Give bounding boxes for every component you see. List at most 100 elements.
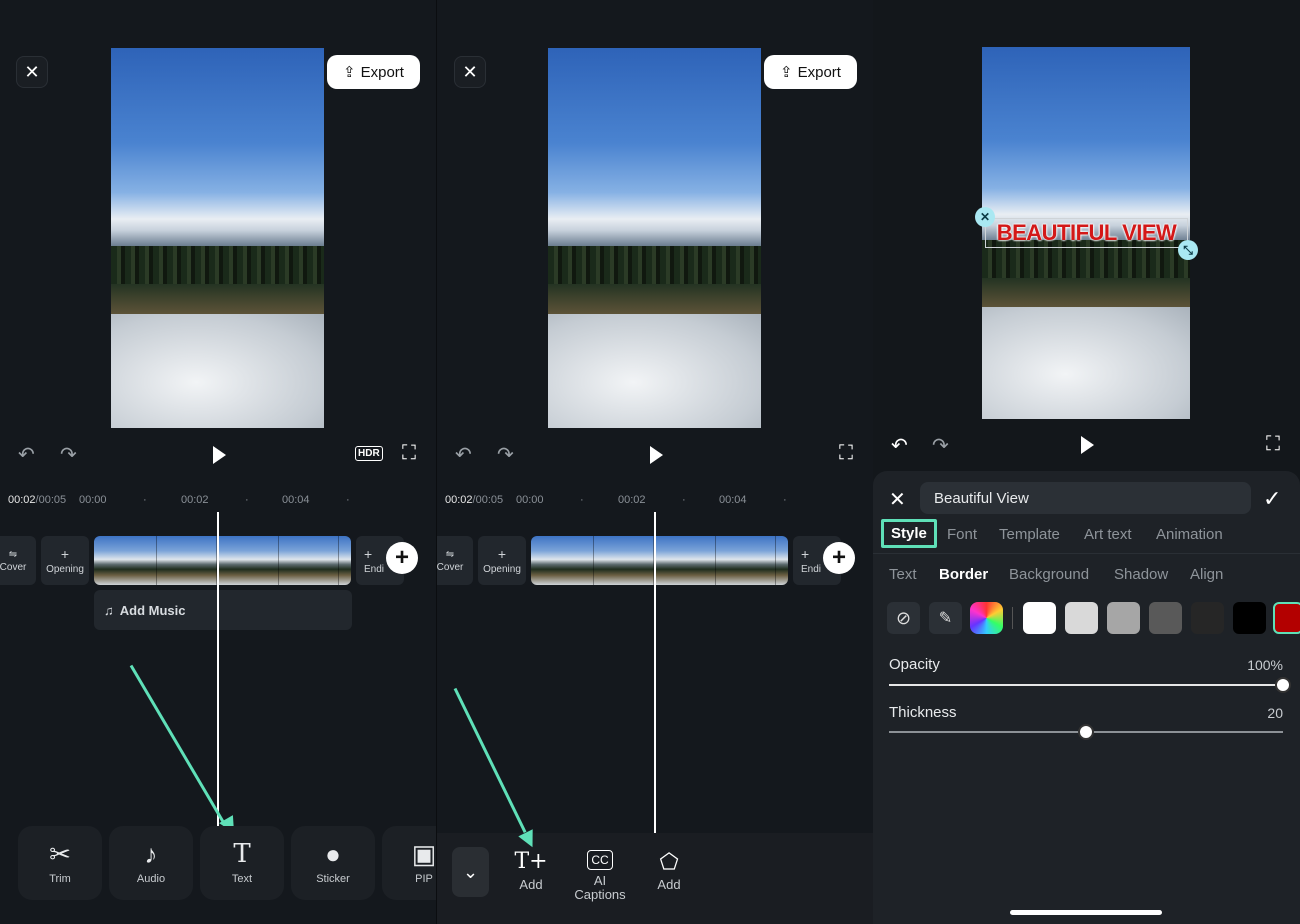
subtab-shadow[interactable]: Shadow — [1114, 566, 1168, 583]
export-icon: ⇪ — [343, 64, 356, 81]
image-icon: ▣ — [411, 839, 436, 869]
undo-icon[interactable]: ↶ — [455, 442, 472, 467]
tool-audio[interactable]: ♪ Audio — [109, 826, 193, 900]
subtab-align[interactable]: Align — [1190, 566, 1223, 583]
close-button[interactable]: ✕ — [16, 56, 48, 88]
export-icon: ⇪ — [780, 64, 793, 81]
fullscreen-icon[interactable]: ⛶ — [839, 442, 853, 465]
opacity-label: Opacity — [889, 656, 940, 673]
color-swatch-black[interactable] — [1233, 602, 1266, 634]
color-swatch-white[interactable] — [1023, 602, 1056, 634]
tool-add-text[interactable]: T+ Add — [501, 850, 561, 892]
tab-animation[interactable]: Animation — [1156, 526, 1223, 543]
color-swatch-red[interactable] — [1273, 602, 1300, 634]
no-color-swatch[interactable]: ⊘ — [887, 602, 920, 634]
close-icon[interactable]: ✕ — [889, 487, 906, 512]
hdr-icon[interactable]: HDR — [355, 446, 383, 461]
collapse-button[interactable]: ⌄ — [452, 847, 489, 897]
tool-add-sticker[interactable]: ⬠ Add — [639, 850, 699, 892]
add-sticker-icon: ⬠ — [659, 849, 679, 874]
subtab-text[interactable]: Text — [889, 566, 917, 583]
add-clip-button[interactable]: + — [823, 542, 855, 574]
playhead[interactable] — [654, 512, 656, 834]
plus-icon: + — [801, 546, 810, 562]
chevron-down-icon: ⌄ — [462, 861, 479, 882]
close-icon: ✕ — [462, 61, 478, 82]
color-swatch-dark-gray[interactable] — [1149, 602, 1182, 634]
play-button[interactable] — [1081, 436, 1094, 454]
cover-clip[interactable]: ⇋ Cover — [0, 536, 36, 585]
tab-template[interactable]: Template — [999, 526, 1060, 543]
editor-panel-text: ✕ ⇪ Export ↶ ↷ ⛶ 00:02/00:05 00:00 · 00:0… — [436, 0, 873, 924]
redo-icon[interactable]: ↷ — [60, 442, 77, 467]
eyedropper-icon: ✎ — [938, 610, 953, 627]
eyedropper-swatch[interactable]: ✎ — [929, 602, 962, 634]
tool-sticker[interactable]: ● Sticker — [291, 826, 375, 900]
tool-text[interactable]: T Text — [200, 826, 284, 900]
opacity-slider-knob[interactable] — [1275, 677, 1291, 693]
editor-panel-main: ✕ ⇪ Export ↶ ↷ HDR ⛶ 00:02/00:05 00:00 · … — [0, 0, 436, 924]
annotation-arrow — [453, 687, 527, 833]
text-style-panel: ↶ ↷ ⛶ ✕ ✓ Beautiful View Style Font Temp… — [873, 0, 1300, 924]
video-preview[interactable] — [111, 48, 324, 428]
color-picker-swatch[interactable] — [970, 602, 1003, 634]
tool-ai-captions[interactable]: CC AI Captions — [570, 850, 630, 902]
opacity-slider-track[interactable] — [889, 684, 1283, 686]
redo-icon[interactable]: ↷ — [932, 433, 949, 458]
fullscreen-icon[interactable]: ⛶ — [1266, 433, 1280, 456]
thickness-label: Thickness — [889, 704, 957, 721]
tab-art-text[interactable]: Art text — [1084, 526, 1132, 543]
tool-trim[interactable]: ✂ Trim — [18, 826, 102, 900]
add-text-icon: T+ — [514, 849, 548, 874]
home-indicator — [1010, 910, 1162, 915]
export-button[interactable]: ⇪ Export — [327, 55, 420, 89]
tool-pip[interactable]: ▣ PIP — [382, 826, 436, 900]
subtab-background[interactable]: Background — [1009, 566, 1089, 583]
redo-icon[interactable]: ↷ — [497, 442, 514, 467]
thickness-slider-knob[interactable] — [1078, 724, 1094, 740]
resize-handle[interactable]: ⤡ — [1178, 240, 1198, 260]
undo-icon[interactable]: ↶ — [18, 442, 35, 467]
no-color-icon: ⊘ — [895, 607, 912, 628]
thickness-value: 20 — [1267, 705, 1283, 721]
cover-clip[interactable]: ⇋ Cover — [437, 536, 473, 585]
text-input[interactable]: Beautiful View — [920, 482, 1251, 514]
subtab-border[interactable]: Border — [939, 566, 988, 583]
play-button[interactable] — [650, 446, 663, 464]
fullscreen-icon[interactable]: ⛶ — [402, 442, 416, 465]
plus-icon: + — [497, 546, 507, 562]
play-button[interactable] — [213, 446, 226, 464]
undo-icon[interactable]: ↶ — [891, 433, 908, 458]
music-note-icon: ♪ — [144, 839, 158, 869]
swap-icon: ⇋ — [8, 548, 18, 560]
add-clip-button[interactable]: + — [386, 542, 418, 574]
sticker-icon: ● — [325, 839, 341, 869]
export-button[interactable]: ⇪ Export — [764, 55, 857, 89]
close-icon: ✕ — [24, 61, 40, 82]
checkmark-icon[interactable]: ✓ — [1263, 486, 1281, 512]
close-button[interactable]: ✕ — [454, 56, 486, 88]
tab-style[interactable]: Style — [881, 519, 937, 548]
color-swatch-light-gray[interactable] — [1065, 602, 1098, 634]
ai-captions-icon: CC — [587, 850, 613, 870]
close-icon: ✕ — [979, 210, 991, 224]
color-swatch-charcoal[interactable] — [1191, 602, 1224, 634]
resize-icon: ⤡ — [1183, 242, 1193, 257]
text-overlay[interactable]: BEAUTIFUL VIEW — [985, 218, 1188, 248]
video-clip[interactable] — [94, 536, 351, 585]
plus-icon: + — [364, 546, 373, 562]
scissors-icon: ✂ — [49, 839, 71, 869]
playhead[interactable] — [217, 512, 219, 838]
opening-clip[interactable]: + Opening — [478, 536, 526, 585]
delete-handle[interactable]: ✕ — [975, 207, 995, 227]
video-clip[interactable] — [531, 536, 788, 585]
swap-icon: ⇋ — [445, 548, 455, 560]
color-swatch-gray[interactable] — [1107, 602, 1140, 634]
video-preview[interactable] — [548, 48, 761, 428]
opening-clip[interactable]: + Opening — [41, 536, 89, 585]
opacity-value: 100% — [1247, 657, 1283, 673]
music-note-icon: ♫ — [104, 602, 114, 618]
add-music-track[interactable]: ♫ Add Music — [94, 590, 352, 630]
plus-icon: + — [60, 546, 70, 562]
tab-font[interactable]: Font — [947, 526, 977, 543]
